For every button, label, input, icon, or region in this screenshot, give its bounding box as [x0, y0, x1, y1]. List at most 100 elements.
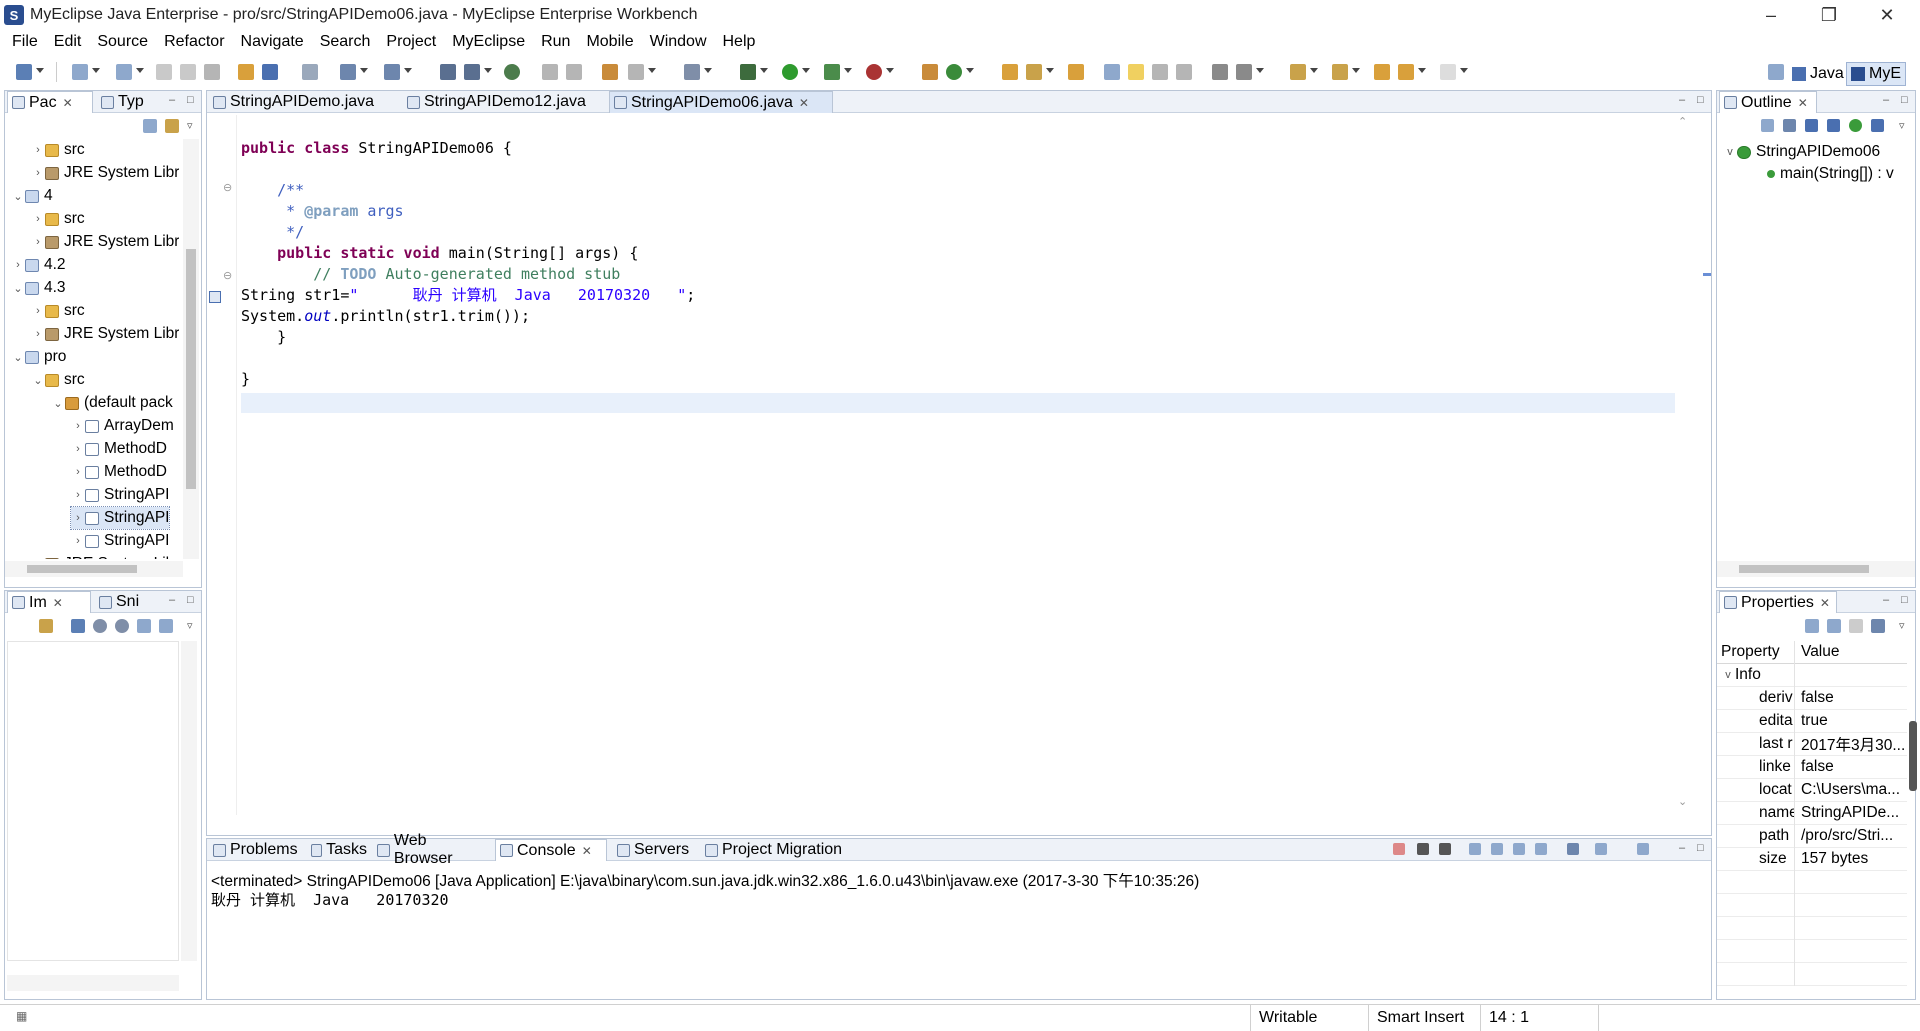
menu-project[interactable]: Project — [378, 33, 444, 51]
build-icon[interactable] — [238, 64, 254, 80]
console-vscroll[interactable] — [1691, 889, 1707, 973]
outline-method-main[interactable]: main(String[]) : v — [1767, 163, 1915, 185]
close-window-button[interactable]: ✕ — [1858, 0, 1916, 30]
prev-annotation-icon[interactable] — [1332, 64, 1348, 80]
tree-item[interactable]: › StringAPI — [71, 484, 169, 506]
tree-item[interactable]: › StringAPI — [71, 530, 169, 552]
outline-class[interactable]: v StringAPIDemo06 — [1723, 141, 1880, 163]
clear-console-icon[interactable] — [1469, 843, 1481, 855]
property-row[interactable]: deriv false — [1717, 686, 1907, 710]
chevron-down-icon[interactable]: ⌄ — [11, 190, 25, 203]
property-row[interactable]: size 157 bytes — [1717, 847, 1907, 871]
side-handle[interactable] — [1909, 721, 1917, 791]
minimize-icon[interactable]: – — [1883, 594, 1889, 606]
chevron-down-icon[interactable]: ⌄ — [31, 374, 45, 387]
run-icon[interactable] — [782, 64, 798, 80]
open-icon[interactable] — [116, 64, 132, 80]
maximize-icon[interactable]: □ — [187, 94, 194, 106]
hide-static-icon[interactable] — [1827, 119, 1840, 132]
open-task-icon[interactable] — [1026, 64, 1042, 80]
new-class-icon[interactable] — [922, 64, 938, 80]
editor-vscroll[interactable]: ⌃ ⌄ — [1675, 115, 1691, 811]
overview-marker[interactable] — [1703, 273, 1711, 276]
property-row[interactable]: path/pro/src/Stri... — [1717, 824, 1907, 848]
link-editor-icon[interactable] — [165, 119, 179, 133]
chevron-right-icon[interactable]: › — [31, 236, 45, 248]
database-icon[interactable] — [684, 64, 700, 80]
download-icon[interactable] — [566, 64, 582, 80]
menu-refactor[interactable]: Refactor — [156, 33, 232, 51]
show-whitespace-icon[interactable] — [1176, 64, 1192, 80]
open-perspective-icon[interactable] — [1768, 64, 1784, 80]
forward-icon[interactable] — [1440, 64, 1456, 80]
chevron-right-icon[interactable]: › — [31, 558, 45, 559]
tree-item[interactable]: ⌄ 4.3 — [11, 277, 65, 299]
tree-item[interactable]: ⌄ 4 — [11, 185, 52, 207]
new-java-icon[interactable] — [946, 64, 962, 80]
property-row[interactable]: name StringAPIDe... — [1717, 801, 1907, 825]
package-icon[interactable] — [602, 64, 618, 80]
remove-all-icon[interactable] — [1439, 843, 1451, 855]
chevron-right-icon[interactable]: › — [71, 489, 85, 501]
filter-icon[interactable] — [1849, 619, 1863, 633]
tab-tasks[interactable]: Tasks — [307, 839, 371, 861]
menu-search[interactable]: Search — [312, 33, 379, 51]
sync-image-icon[interactable] — [39, 619, 53, 633]
collapse-outline-icon[interactable] — [1761, 119, 1774, 132]
hide-nonpublic-icon[interactable] — [1849, 119, 1862, 132]
menu-run[interactable]: Run — [533, 33, 578, 51]
globe-icon[interactable] — [504, 64, 520, 80]
maximize-icon[interactable]: □ — [1697, 94, 1704, 106]
tree-item[interactable]: › JRE System Libr — [31, 162, 179, 184]
external-tools-icon[interactable] — [866, 64, 882, 80]
display-console-icon[interactable] — [1595, 843, 1607, 855]
chevron-right-icon[interactable]: › — [71, 535, 85, 547]
tab-outline[interactable]: Outline ✕ — [1719, 91, 1817, 113]
deploy-icon[interactable] — [262, 64, 278, 80]
fold-icon[interactable]: ⊖ — [223, 181, 232, 194]
tree-item[interactable]: › src — [31, 139, 85, 161]
maximize-icon[interactable]: □ — [1697, 842, 1704, 854]
tree-item[interactable]: › src — [31, 208, 85, 230]
perspective-myeclipse[interactable]: MyE — [1846, 62, 1906, 86]
pin-editor-icon[interactable] — [1212, 64, 1228, 80]
mark-occurrences-icon[interactable] — [1128, 64, 1144, 80]
toggle-breadcrumb-icon[interactable] — [1104, 64, 1120, 80]
minimize-icon[interactable]: – — [1679, 842, 1685, 854]
open-type-icon[interactable] — [1002, 64, 1018, 80]
chevron-right-icon[interactable]: › — [71, 443, 85, 455]
tab-snippets[interactable]: Sni — [95, 591, 155, 613]
editor-hscroll[interactable] — [237, 815, 1677, 831]
tree-item[interactable]: › src — [31, 300, 85, 322]
menu-file[interactable]: File — [4, 33, 46, 51]
tab-servers[interactable]: Servers — [613, 839, 699, 861]
last-edit-icon[interactable] — [1374, 64, 1390, 80]
web-icon[interactable] — [384, 64, 400, 80]
maximize-icon[interactable]: □ — [187, 594, 194, 606]
tree-item[interactable]: › ArrayDem — [71, 415, 174, 437]
explorer-hscroll[interactable] — [5, 561, 183, 577]
perspective-java[interactable]: Java — [1788, 62, 1848, 86]
tree-item[interactable]: › JRE System Libr — [31, 231, 179, 253]
minimize-button[interactable]: – — [1742, 0, 1800, 30]
new-icon[interactable] — [16, 64, 32, 80]
search-icon[interactable] — [1068, 64, 1084, 80]
chevron-right-icon[interactable]: › — [31, 144, 45, 156]
tree-item[interactable]: › StringAPI — [69, 506, 171, 530]
chevron-right-icon[interactable]: › — [71, 466, 85, 478]
minimize-icon[interactable]: – — [1883, 94, 1889, 106]
tree-item[interactable]: › MethodD — [71, 438, 167, 460]
tab-web-browser[interactable]: Web Browser — [373, 832, 493, 867]
outline-hscroll[interactable] — [1717, 561, 1915, 577]
tree-item[interactable]: › 4.2 — [11, 254, 65, 276]
chevron-right-icon[interactable]: › — [31, 213, 45, 225]
menu-myeclipse[interactable]: MyEclipse — [444, 33, 533, 51]
hide-fields-icon[interactable] — [1805, 119, 1818, 132]
open-console-icon[interactable] — [1637, 843, 1649, 855]
terminate-icon[interactable] — [1393, 843, 1405, 855]
hide-local-types-icon[interactable] — [1871, 119, 1884, 132]
zoom-out-icon[interactable] — [93, 619, 107, 633]
maximize-button[interactable]: ❐ — [1800, 0, 1858, 30]
chevron-right-icon[interactable]: › — [31, 167, 45, 179]
tree-item[interactable]: › JRE System Libr — [31, 323, 179, 345]
